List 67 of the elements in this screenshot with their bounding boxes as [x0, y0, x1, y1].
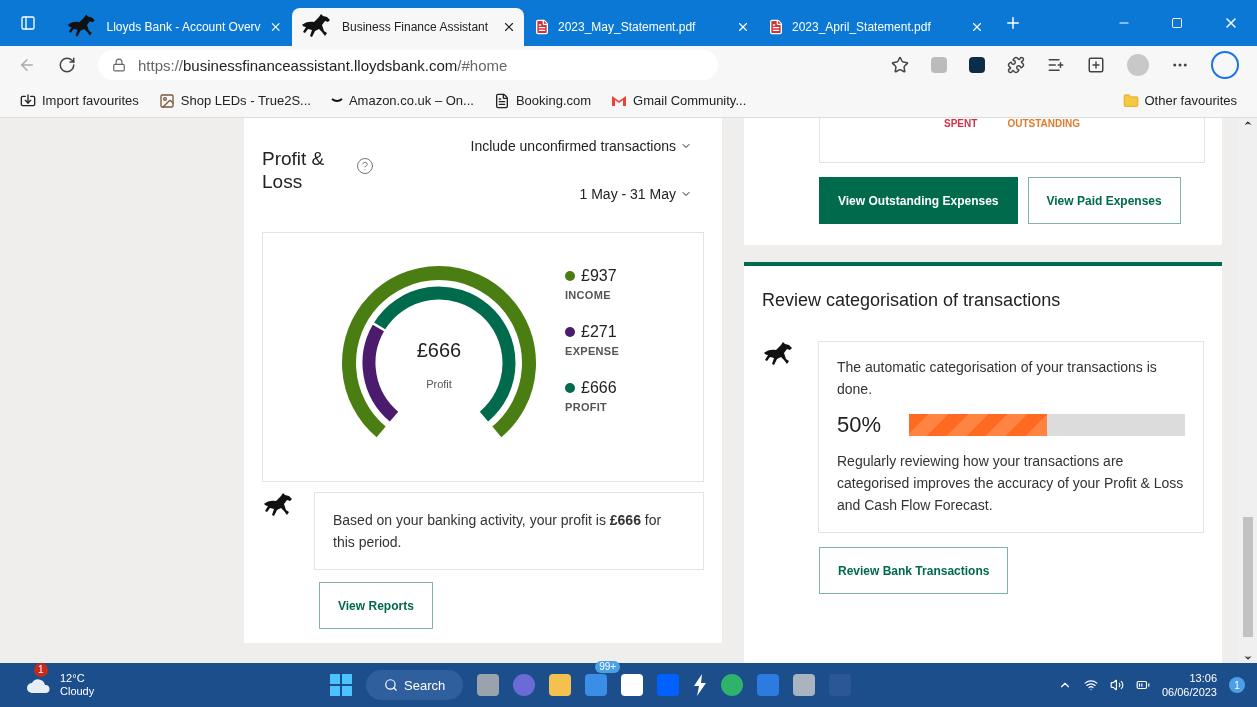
- collections-icon[interactable]: [1087, 56, 1105, 74]
- review-transactions-button[interactable]: Review Bank Transactions: [819, 547, 1009, 594]
- close-icon[interactable]: [502, 20, 516, 34]
- import-icon: [20, 92, 36, 109]
- period-dropdown[interactable]: 1 May - 31 May: [579, 186, 692, 202]
- new-tab-icon[interactable]: [1004, 14, 1022, 32]
- clock-date[interactable]: 06/06/2023: [1161, 685, 1217, 699]
- maximize-icon[interactable]: [1171, 17, 1183, 29]
- progress-percent: 50%: [837, 414, 882, 436]
- scroll-up-icon[interactable]: [1242, 118, 1253, 128]
- mail-badge: 99+: [595, 661, 621, 673]
- browser-tab[interactable]: 2023_May_Statement.pdf: [526, 8, 758, 46]
- favourites-icon[interactable]: [1047, 56, 1065, 74]
- note-text: Regularly reviewing how your transactions are categorised improves the accuracy of your Profit & Loss and Cash Flow Forecast.: [837, 452, 1185, 515]
- scroll-down-icon[interactable]: [1242, 653, 1253, 663]
- pdf-icon: [768, 19, 784, 35]
- lightning-icon[interactable]: [693, 674, 708, 696]
- card-title: Review categorisation of transactions: [762, 290, 1062, 311]
- envelope-icon: [611, 94, 628, 107]
- weather-text: Cloudy: [60, 685, 95, 698]
- cloud-icon: [26, 676, 52, 694]
- spent-label: SPENT: [944, 118, 978, 129]
- favourite-link[interactable]: Gmail Community...: [611, 93, 747, 108]
- wifi-icon[interactable]: [1083, 678, 1098, 692]
- status-text: The automatic categorisation of your transactions is done.: [837, 358, 1158, 399]
- message-bubble: Based on your banking activity, your profit is £666 for this period.: [314, 492, 704, 570]
- favourite-link[interactable]: Shop LEDs - True2S...: [158, 92, 311, 109]
- battery-icon[interactable]: [1135, 678, 1150, 692]
- favourite-link[interactable]: Booking.com: [493, 92, 592, 109]
- page-icon: [493, 92, 510, 109]
- legend-amount: £937: [581, 267, 617, 285]
- clock-time[interactable]: 13:06: [1189, 671, 1217, 685]
- browser-tab[interactable]: Business Finance Assistant: [292, 8, 524, 46]
- pdf-icon: [534, 19, 550, 35]
- favourite-link[interactable]: Amazon.co.uk – On...: [330, 93, 474, 108]
- address-field[interactable]: https://businessfinanceassistant.lloydsbank.com/#home: [98, 50, 718, 80]
- view-reports-button[interactable]: View Reports: [319, 582, 433, 629]
- thumbnail-icon: [158, 92, 175, 109]
- search-icon: [384, 678, 398, 692]
- search-field[interactable]: Search: [366, 670, 464, 700]
- volume-icon[interactable]: [1109, 678, 1124, 692]
- favourite-icon[interactable]: [891, 56, 909, 74]
- favourite-link[interactable]: Import favourites: [20, 92, 139, 109]
- legend-amount: £271: [581, 323, 617, 341]
- lock-icon: [112, 58, 126, 72]
- filter-dropdown[interactable]: Include unconfirmed transactions: [470, 138, 692, 154]
- temperature-text: 12°C: [60, 672, 86, 685]
- card-title: Profit & Loss: [262, 147, 326, 193]
- legend-label: PROFIT: [565, 401, 609, 413]
- expenses-button[interactable]: View Outstanding Expenses: [819, 177, 1018, 224]
- legend-amount: £666: [581, 379, 617, 397]
- browser-tab[interactable]: 2023_April_Statement.pdf: [760, 8, 992, 46]
- extensions-icon[interactable]: [1007, 56, 1025, 74]
- legend-label: EXPENSE: [565, 345, 620, 357]
- outstanding-label: OUTSTANDING: [1007, 118, 1080, 129]
- scroll-thumb[interactable]: [1242, 517, 1253, 637]
- profit-value: £666: [416, 339, 462, 362]
- expenses-button[interactable]: View Paid Expenses: [1027, 177, 1181, 224]
- favourites-folder[interactable]: Other favourites: [1122, 92, 1237, 109]
- sidebar-icon[interactable]: [20, 15, 36, 31]
- windows-icon[interactable]: [330, 674, 352, 696]
- refresh-icon[interactable]: [58, 56, 76, 74]
- weather-badge: 1: [34, 663, 48, 677]
- browser-tab[interactable]: Lloyds Bank - Account Overv: [58, 8, 290, 46]
- help-icon[interactable]: [356, 157, 374, 175]
- profit-caption: Profit: [426, 378, 452, 390]
- legend-label: INCOME: [565, 289, 612, 301]
